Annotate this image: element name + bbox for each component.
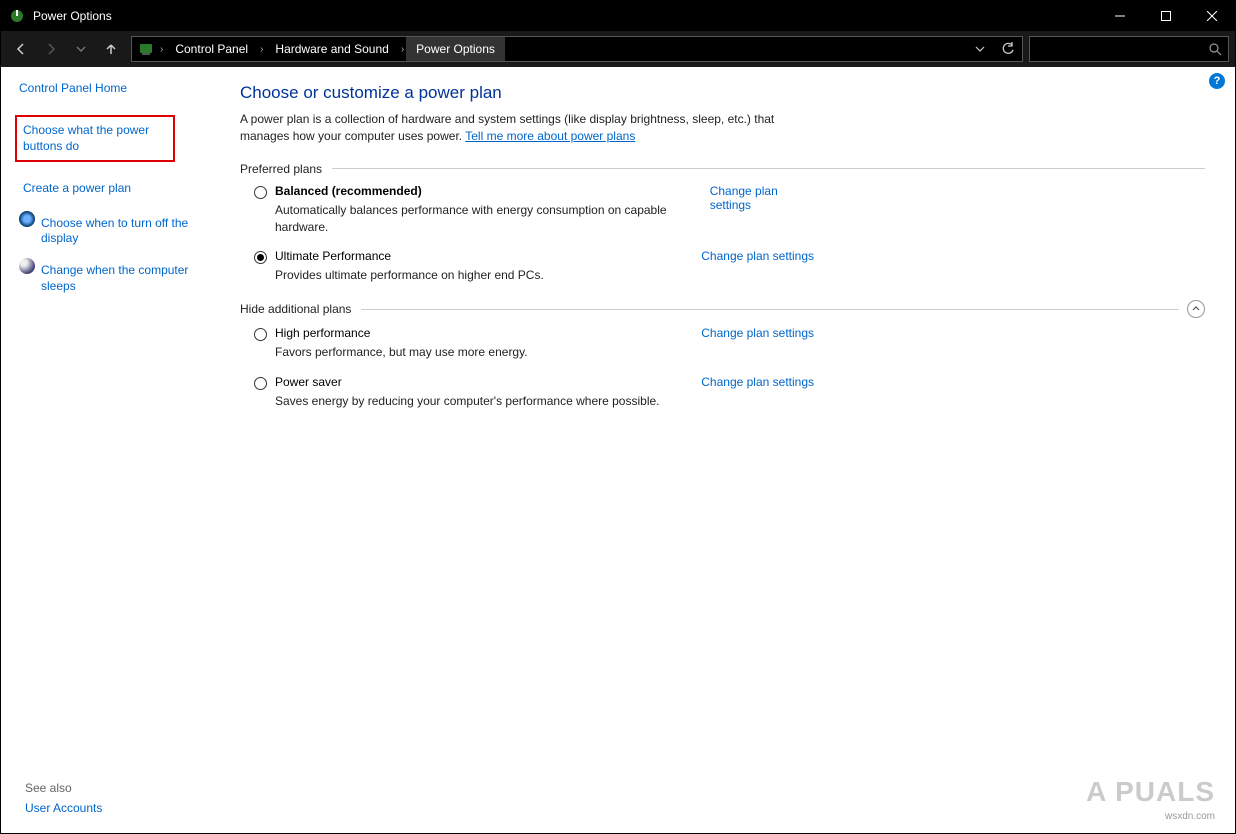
tell-me-more-link[interactable]: Tell me more about power plans	[465, 129, 635, 143]
hide-additional-label: Hide additional plans	[240, 302, 361, 316]
sidebar-link-sleep[interactable]: Change when the computer sleeps	[41, 263, 216, 294]
plan-radio[interactable]	[254, 377, 267, 390]
plan-description: Favors performance, but may use more ene…	[275, 344, 681, 361]
page-heading: Choose or customize a power plan	[240, 83, 1205, 103]
see-also-user-accounts[interactable]: User Accounts	[25, 801, 102, 815]
control-panel-home-link[interactable]: Control Panel Home	[19, 81, 216, 95]
minimize-button[interactable]	[1097, 1, 1143, 31]
watermark: A PUALS wsxdn.com	[1086, 774, 1215, 823]
back-button[interactable]	[7, 35, 35, 63]
collapse-icon[interactable]	[1187, 300, 1205, 318]
plan-row: Power saver Saves energy by reducing your…	[254, 375, 814, 410]
change-plan-settings-link[interactable]: Change plan settings	[701, 249, 814, 263]
plan-row: Ultimate Performance Provides ultimate pe…	[254, 249, 814, 284]
see-also-section: See also User Accounts	[25, 781, 102, 815]
sidebar: Control Panel Home Choose what the power…	[1, 67, 216, 833]
watermark-source: wsxdn.com	[1086, 810, 1215, 823]
search-input[interactable]	[1029, 36, 1229, 62]
recent-locations-button[interactable]	[67, 35, 95, 63]
sidebar-link-power-buttons[interactable]: Choose what the power buttons do	[15, 115, 175, 162]
up-button[interactable]	[97, 35, 125, 63]
plan-radio[interactable]	[254, 186, 267, 199]
chevron-right-icon[interactable]: ›	[399, 44, 406, 55]
plan-description: Saves energy by reducing your computer's…	[275, 393, 681, 410]
preferred-plans-header: Preferred plans	[240, 162, 1205, 176]
content-area: ? Control Panel Home Choose what the pow…	[1, 67, 1235, 833]
hide-additional-header[interactable]: Hide additional plans	[240, 300, 1205, 318]
titlebar: Power Options	[1, 1, 1235, 31]
maximize-button[interactable]	[1143, 1, 1189, 31]
breadcrumb-history-button[interactable]	[966, 37, 994, 61]
main-panel: Choose or customize a power plan A power…	[216, 67, 1235, 833]
breadcrumb[interactable]: › Control Panel › Hardware and Sound › P…	[131, 36, 1023, 62]
preferred-plans-label: Preferred plans	[240, 162, 332, 176]
refresh-button[interactable]	[994, 37, 1022, 61]
plan-name[interactable]: High performance	[275, 326, 681, 340]
plan-name[interactable]: Ultimate Performance	[275, 249, 681, 263]
window-title: Power Options	[33, 9, 112, 23]
change-plan-settings-link[interactable]: Change plan settings	[710, 184, 778, 212]
plan-name[interactable]: Balanced (recommended)	[275, 184, 690, 198]
breadcrumb-hardware-sound[interactable]: Hardware and Sound	[265, 37, 398, 61]
page-description: A power plan is a collection of hardware…	[240, 111, 800, 146]
breadcrumb-power-options[interactable]: Power Options	[406, 37, 505, 61]
chevron-right-icon[interactable]: ›	[158, 44, 165, 55]
moon-icon	[19, 258, 35, 274]
search-icon	[1209, 43, 1222, 56]
watermark-brand: A PUALS	[1086, 774, 1215, 810]
plan-description: Provides ultimate performance on higher …	[275, 267, 681, 284]
see-also-header: See also	[25, 781, 102, 795]
plan-radio[interactable]	[254, 328, 267, 341]
plan-radio[interactable]	[254, 251, 267, 264]
close-button[interactable]	[1189, 1, 1235, 31]
navigation-bar: › Control Panel › Hardware and Sound › P…	[1, 31, 1235, 67]
change-plan-settings-link[interactable]: Change plan settings	[701, 326, 814, 340]
change-plan-settings-link[interactable]: Change plan settings	[701, 375, 814, 389]
sidebar-link-create-plan[interactable]: Create a power plan	[19, 178, 135, 200]
plan-name[interactable]: Power saver	[275, 375, 681, 389]
sidebar-link-turn-off-display[interactable]: Choose when to turn off the display	[41, 216, 216, 247]
app-icon	[9, 8, 25, 24]
breadcrumb-control-panel[interactable]: Control Panel	[165, 37, 258, 61]
forward-button[interactable]	[37, 35, 65, 63]
monitor-icon	[19, 211, 35, 227]
chevron-right-icon[interactable]: ›	[258, 44, 265, 55]
plan-row: Balanced (recommended) Automatically bala…	[254, 184, 814, 236]
plan-description: Automatically balances performance with …	[275, 202, 690, 236]
plan-row: High performance Favors performance, but …	[254, 326, 814, 361]
control-panel-icon	[134, 41, 158, 57]
